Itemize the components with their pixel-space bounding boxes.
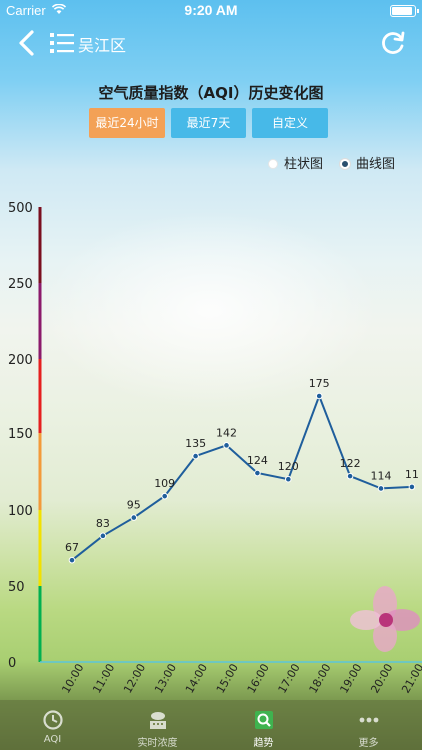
legend-line-chart-option[interactable]: 曲线图 (340, 153, 395, 172)
data-label: 83 (96, 517, 110, 530)
data-point (408, 483, 416, 491)
clock-history-icon (43, 710, 63, 730)
x-tick-label: 19:00 (337, 662, 364, 696)
tab-custom-range[interactable]: 自定义 (252, 108, 328, 138)
data-point (223, 442, 230, 449)
y-tick-label: 200 (8, 353, 33, 368)
x-tick-label: 17:00 (276, 662, 303, 696)
tabbar-label-aqi: AQI (43, 734, 62, 745)
tabbar-item-realtime[interactable]: 实时浓度 (105, 700, 210, 750)
legend-bar-chart-option[interactable]: 柱状图 (268, 153, 323, 172)
y-tick-label: 100 (8, 504, 33, 519)
data-label: 109 (154, 477, 175, 490)
data-label: 120 (278, 460, 299, 473)
legend-bar-label: 柱状图 (284, 157, 324, 172)
back-chevron-icon[interactable] (16, 29, 38, 57)
radio-selected-icon (340, 159, 350, 169)
x-tick-label: 12:00 (121, 662, 148, 696)
tab-last-24-hours[interactable]: 最近24小时 (89, 108, 165, 138)
data-label: 124 (247, 454, 268, 467)
data-point (285, 475, 292, 483)
more-dots-icon (359, 717, 379, 723)
clock: 9:20 AM (184, 2, 238, 18)
x-tick-label: 20:00 (368, 662, 395, 696)
data-point (192, 452, 199, 460)
tabbar-item-trend[interactable]: 趋势 (211, 700, 316, 750)
refresh-icon[interactable] (380, 30, 406, 56)
tabbar-label-more: 更多 (358, 738, 379, 749)
status-bar: Carrier 9:20 AM (0, 0, 422, 20)
data-point (68, 556, 76, 564)
x-tick-label: 11:00 (90, 662, 117, 696)
tabbar-item-more[interactable]: 更多 (316, 700, 421, 750)
aqi-line-chart: 0 50 100 150 200 250 500 67 83 95 109 135 142 124 120 1… (8, 201, 422, 696)
x-tick-label: 14:00 (183, 662, 210, 696)
data-point (254, 469, 261, 477)
data-label: 122 (340, 457, 361, 470)
data-point (315, 392, 323, 400)
data-label: 142 (216, 426, 237, 439)
data-label: 175 (309, 377, 330, 390)
tabbar-label-trend: 趋势 (253, 738, 274, 749)
data-point (161, 492, 168, 500)
data-label: 67 (65, 541, 79, 554)
y-tick-label: 250 (8, 277, 33, 292)
y-tick-label: 0 (8, 656, 16, 671)
radio-unselected-icon (268, 159, 278, 169)
y-tick-label: 50 (8, 580, 25, 595)
data-point (377, 485, 385, 492)
data-label: 95 (127, 499, 141, 512)
trend-search-icon (255, 711, 273, 729)
page-title: 空气质量指数（AQI）历史变化图 (98, 84, 324, 102)
x-tick-label: 21:00 (399, 662, 422, 696)
x-tick-label: 18:00 (307, 662, 334, 696)
legend-line-label: 曲线图 (356, 157, 396, 172)
data-point (99, 532, 107, 540)
x-tick-label: 16:00 (245, 662, 272, 696)
data-point (346, 472, 354, 480)
y-tick-label: 500 (8, 201, 33, 216)
tab-bar: AQI 实时浓度 趋势 更多 (0, 700, 422, 750)
list-icon[interactable] (50, 32, 74, 54)
x-tick-label: 13:00 (152, 662, 179, 696)
tab-last-7-days[interactable]: 最近7天 (171, 108, 246, 138)
tabbar-item-aqi[interactable]: AQI (0, 700, 105, 750)
x-tick-label: 15:00 (214, 662, 241, 696)
y-tick-label: 150 (8, 427, 33, 442)
x-tick-label: 10:00 (59, 662, 86, 696)
nav-bar: 吴江区 (0, 20, 422, 66)
district-title[interactable]: 吴江区 (78, 32, 126, 56)
factory-cloud-icon (150, 712, 166, 729)
series-line (71, 393, 412, 561)
data-label: 135 (185, 437, 206, 450)
tabbar-label-realtime: 实时浓度 (137, 738, 178, 749)
data-point (130, 514, 138, 521)
data-label: 114 (371, 469, 392, 482)
data-label: 11 (405, 468, 419, 481)
battery-icon (390, 5, 419, 17)
